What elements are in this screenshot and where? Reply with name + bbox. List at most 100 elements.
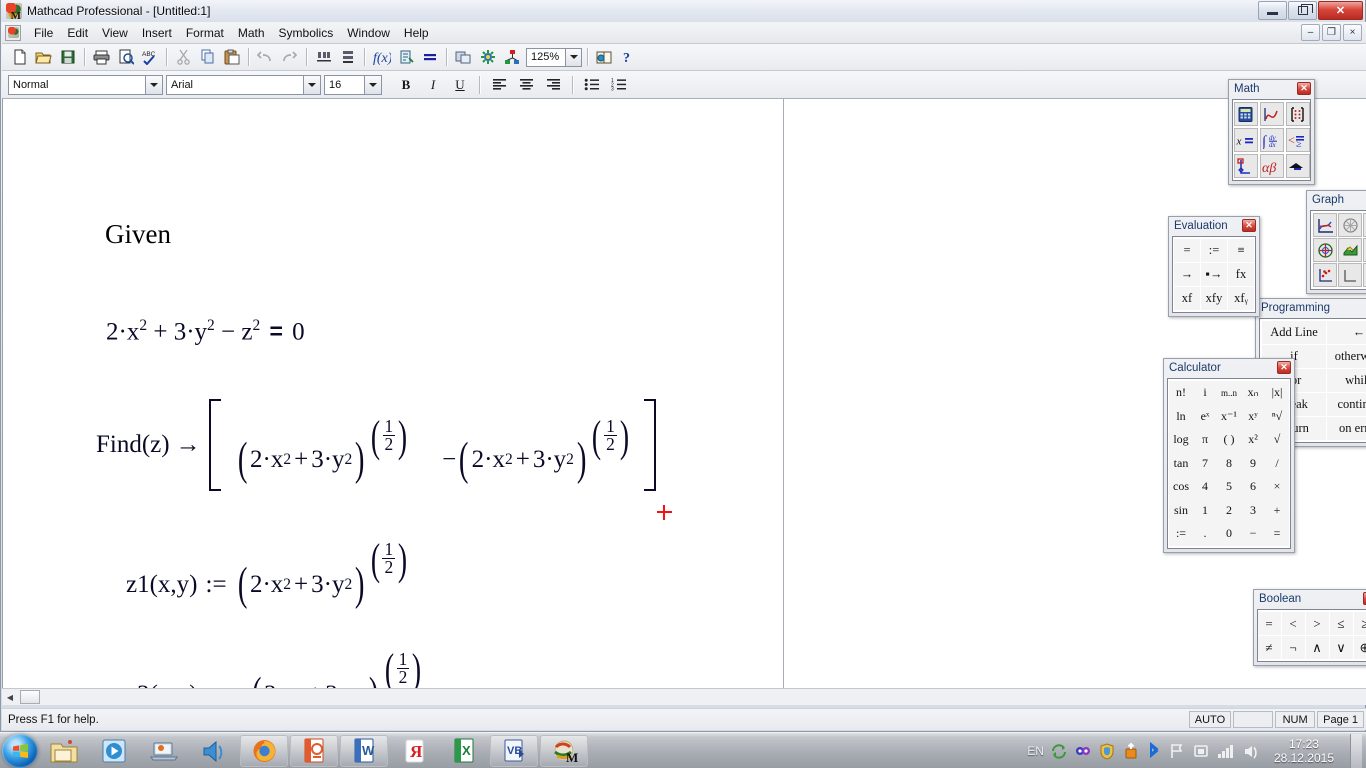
evaluation-palette[interactable]: Evaluation ✕ = := ≡ → ▪→ fx xf xfy xfᵧ — [1168, 216, 1260, 317]
calc-subscript[interactable]: xₙ — [1241, 381, 1265, 405]
underline-button[interactable]: U — [448, 74, 472, 96]
minimize-button[interactable] — [1258, 1, 1287, 20]
surface-plot-icon[interactable] — [1313, 238, 1337, 262]
number-list-icon[interactable]: 123 — [607, 74, 631, 96]
bool-and[interactable]: ∧ — [1305, 636, 1329, 659]
mdi-close-button[interactable]: × — [1343, 24, 1362, 41]
align-down-icon[interactable] — [336, 46, 359, 68]
bullet-list-icon[interactable] — [580, 74, 604, 96]
undo-icon[interactable] — [254, 46, 277, 68]
cut-icon[interactable] — [172, 46, 195, 68]
calculate-icon[interactable] — [418, 46, 441, 68]
taskbar-mathcad[interactable]: M — [540, 734, 588, 767]
mdi-minimize-button[interactable]: – — [1301, 24, 1320, 41]
prog-continue[interactable]: continue — [1327, 393, 1366, 416]
align-left-icon[interactable] — [487, 74, 511, 96]
close-icon[interactable]: ✕ — [1242, 219, 1256, 232]
calc-6[interactable]: 6 — [1241, 475, 1265, 499]
math-palette[interactable]: Math ✕ x ∫ dy dx < ≥ αβ — [1228, 79, 1315, 185]
bool-less-equal[interactable]: ≤ — [1329, 612, 1353, 635]
calc-assign[interactable]: := — [1169, 522, 1193, 546]
menu-item-math[interactable]: Math — [231, 24, 272, 42]
eval-xfy-sub[interactable]: xfᵧ — [1228, 287, 1254, 310]
calc-power[interactable]: xʸ — [1241, 404, 1265, 428]
calc-range[interactable]: m..n — [1217, 381, 1241, 405]
close-button[interactable]: ✕ — [1318, 1, 1363, 20]
spell-check-icon[interactable]: ABC — [138, 46, 161, 68]
calc-7[interactable]: 7 — [1193, 451, 1217, 475]
insert-function-icon[interactable]: f(x) — [370, 46, 393, 68]
z1-definition[interactable]: z1(x,y) := ( 2 · x 2 + 3 · y 2 ) ( 1 2 ) — [126, 537, 410, 609]
calculator-icon[interactable] — [1233, 102, 1258, 126]
calc-0[interactable]: 0 — [1217, 522, 1241, 546]
calculator-palette[interactable]: Calculator ✕ n! i m..n xₙ |x| ln eˣ x⁻¹ … — [1163, 358, 1295, 553]
open-document-icon[interactable] — [32, 46, 55, 68]
taskbar-excel[interactable]: X — [440, 735, 488, 767]
menu-item-format[interactable]: Format — [179, 24, 231, 42]
programming-icon[interactable] — [1233, 154, 1258, 178]
contour-plot-icon[interactable] — [1338, 238, 1362, 262]
menu-item-edit[interactable]: Edit — [60, 24, 95, 42]
scroll-left-icon[interactable]: ◀ — [2, 690, 18, 705]
calc-decimal[interactable]: . — [1193, 522, 1217, 546]
insert-hyperlink-icon[interactable] — [452, 46, 475, 68]
calc-tan[interactable]: tan — [1169, 451, 1193, 475]
calc-3[interactable]: 3 — [1241, 498, 1265, 522]
redo-icon[interactable] — [278, 46, 301, 68]
given-keyword[interactable]: Given — [105, 219, 171, 250]
eval-symbolic-arrow[interactable]: → — [1174, 263, 1200, 286]
style-combo[interactable]: Normal — [8, 74, 163, 95]
eval-global-assign[interactable]: ≡ — [1228, 239, 1254, 262]
menu-item-symbolics[interactable]: Symbolics — [272, 24, 341, 42]
scatter-plot-icon[interactable] — [1313, 263, 1337, 287]
chevron-down-icon[interactable] — [364, 75, 381, 94]
insert-component-icon[interactable] — [476, 46, 499, 68]
windows-start-icon[interactable] — [2, 733, 38, 768]
bool-not-equal[interactable]: ≠ — [1257, 636, 1281, 659]
vector-field-icon[interactable] — [1338, 263, 1362, 287]
insert-unit-icon[interactable] — [394, 46, 417, 68]
taskbar-powerpoint[interactable] — [290, 734, 338, 767]
calc-pi[interactable]: π — [1193, 428, 1217, 452]
bool-greater-equal[interactable]: ≥ — [1353, 612, 1366, 635]
calc-multiply[interactable]: × — [1265, 475, 1289, 499]
symbolic-icon[interactable] — [1285, 154, 1310, 178]
paste-icon[interactable] — [220, 46, 243, 68]
calc-sqrt[interactable]: √ — [1265, 428, 1289, 452]
status-auto[interactable]: AUTO — [1188, 711, 1232, 728]
greek-icon[interactable]: αβ — [1259, 154, 1284, 178]
new-document-icon[interactable] — [8, 46, 31, 68]
menu-item-insert[interactable]: Insert — [135, 24, 179, 42]
menu-item-help[interactable]: Help — [397, 24, 436, 42]
calc-sin[interactable]: sin — [1169, 498, 1193, 522]
prog-while[interactable]: while — [1327, 369, 1366, 392]
bool-not[interactable]: ¬ — [1281, 636, 1305, 659]
bool-or[interactable]: ∨ — [1329, 636, 1353, 659]
z2-definition[interactable]: z2(x,y) := − ( 2·x2 + 3·y2 ) ( 1 2 ) — [126, 647, 424, 688]
prog-on-error[interactable]: on error — [1327, 417, 1366, 440]
taskbar-media-player[interactable] — [90, 735, 138, 767]
save-document-icon[interactable] — [56, 46, 79, 68]
close-icon[interactable]: ✕ — [1297, 82, 1311, 95]
print-icon[interactable] — [90, 46, 113, 68]
taskbar-remote-desktop[interactable] — [140, 735, 188, 767]
calc-abs[interactable]: |x| — [1265, 381, 1289, 405]
title-bar[interactable]: Mathcad Professional - [Untitled:1] ✕ — [1, 0, 1365, 22]
calc-factorial[interactable]: n! — [1169, 381, 1193, 405]
run-mathconnex-icon[interactable] — [500, 46, 523, 68]
mdi-restore-button[interactable]: ❐ — [1322, 24, 1341, 41]
taskbar-mozilla-firefox[interactable] — [240, 734, 288, 767]
calc-cos[interactable]: cos — [1169, 475, 1193, 499]
constraint-equation[interactable]: 2·x2 + 3·y2 − z2 = 0 — [106, 317, 305, 346]
calc-plus[interactable]: + — [1265, 498, 1289, 522]
calc-divide[interactable]: / — [1265, 451, 1289, 475]
help-icon[interactable]: ? — [617, 46, 640, 68]
calc-1[interactable]: 1 — [1193, 498, 1217, 522]
calc-ln[interactable]: ln — [1169, 404, 1193, 428]
chevron-down-icon[interactable] — [303, 75, 320, 94]
taskbar-volume-app[interactable] — [190, 735, 238, 767]
boolean-palette[interactable]: Boolean ✕ = < > ≤ ≥ ≠ ¬ ∧ ∨ ⊕ — [1253, 589, 1366, 666]
calc-8[interactable]: 8 — [1217, 451, 1241, 475]
align-right-icon[interactable] — [541, 74, 565, 96]
align-across-icon[interactable] — [312, 46, 335, 68]
